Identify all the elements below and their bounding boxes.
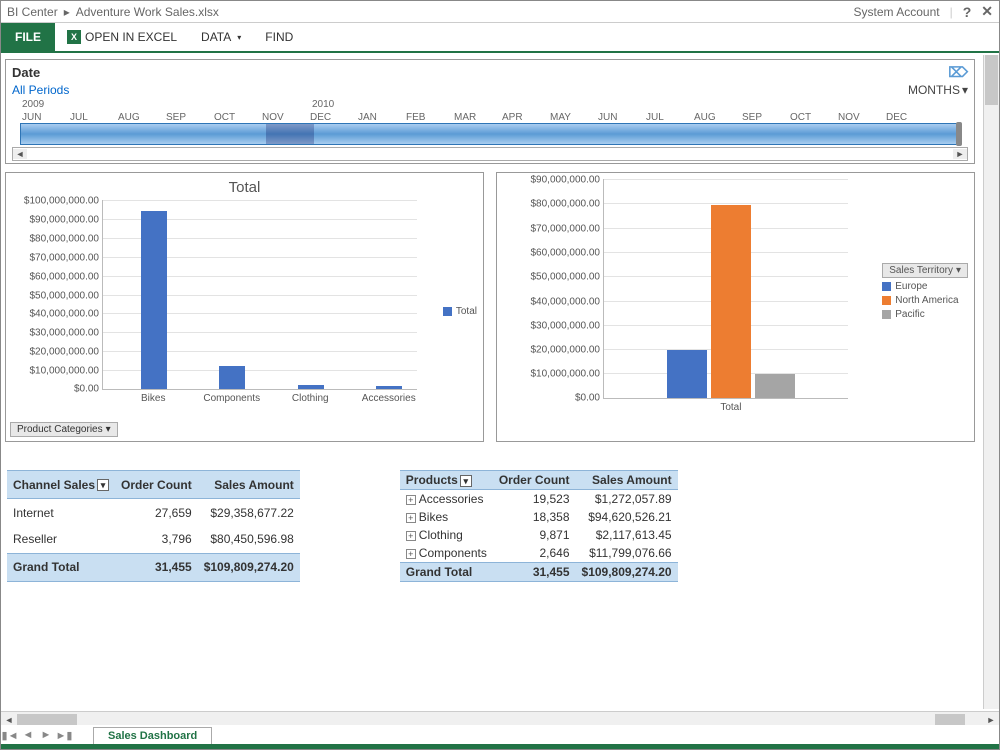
chart2-plot: $90,000,000.00 $80,000,000.00 $70,000,00… bbox=[603, 179, 848, 399]
chart-total-by-category[interactable]: Total $100,000,000.00 $90,000,000.00 $80… bbox=[5, 172, 484, 442]
table-row: Reseller3,796$80,450,596.98 bbox=[7, 526, 300, 553]
data-menu[interactable]: DATA bbox=[189, 23, 253, 51]
timeline-handle[interactable] bbox=[956, 122, 962, 146]
scroll-left-icon[interactable]: ◄ bbox=[1, 715, 17, 725]
excel-icon: X bbox=[67, 30, 81, 44]
chart-total-by-territory[interactable]: $90,000,000.00 $80,000,000.00 $70,000,00… bbox=[496, 172, 975, 442]
table-row: +Bikes18,358$94,620,526.21 bbox=[400, 508, 678, 526]
sales-territory-filter[interactable]: Sales Territory ▾ bbox=[882, 263, 968, 278]
sheet-tab-bar: ▮◄ ◄ ► ►▮ Sales Dashboard bbox=[1, 725, 999, 745]
expand-icon[interactable]: + bbox=[406, 531, 416, 541]
status-bar bbox=[1, 744, 999, 749]
table-row: Internet27,659$29,358,677.22 bbox=[7, 499, 300, 526]
ribbon: FILE X OPEN IN EXCEL DATA FIND bbox=[1, 23, 999, 53]
xcat: Accessories bbox=[349, 393, 429, 404]
table-row: +Accessories19,523$1,272,057.89 bbox=[400, 490, 678, 509]
timeline-title: Date bbox=[12, 65, 40, 80]
help-icon[interactable]: ? bbox=[963, 4, 972, 20]
col-sales-amount: Sales Amount bbox=[198, 471, 300, 499]
timeline-level-selector[interactable]: MONTHS ▾ bbox=[908, 83, 968, 97]
account-label[interactable]: System Account bbox=[854, 5, 940, 19]
sheet-nav-first-icon[interactable]: ▮◄ bbox=[1, 729, 19, 742]
file-tab[interactable]: FILE bbox=[1, 23, 55, 51]
scroll-right-icon[interactable]: ► bbox=[953, 149, 967, 159]
timeline-month-row: JUNJULAUGSEPOCTNOVDECJANFEBMARAPRMAYJUNJ… bbox=[12, 110, 968, 123]
col-sales-amount: Sales Amount bbox=[576, 471, 678, 490]
chart1-plot: $100,000,000.00 $90,000,000.00 $80,000,0… bbox=[102, 200, 417, 390]
chart2-legend: Sales Territory ▾ Europe North America P… bbox=[882, 263, 968, 323]
col-products[interactable]: Products▾ bbox=[400, 471, 493, 490]
bar-pacific bbox=[755, 374, 795, 398]
table-row: +Clothing9,871$2,117,613.45 bbox=[400, 526, 678, 544]
xcat: Clothing bbox=[270, 393, 350, 404]
worksheet-area: Date ⌦ All Periods MONTHS ▾ 20092010 JUN… bbox=[1, 55, 983, 709]
breadcrumb-file[interactable]: Adventure Work Sales.xlsx bbox=[76, 5, 219, 19]
chart1-title: Total bbox=[12, 179, 477, 196]
breadcrumb-root[interactable]: BI Center bbox=[7, 5, 58, 19]
breadcrumb-bar: BI Center ▸ Adventure Work Sales.xlsx Sy… bbox=[1, 1, 999, 23]
bar-accessories bbox=[376, 386, 402, 389]
grand-total-row: Grand Total31,455$109,809,274.20 bbox=[400, 563, 678, 582]
col-channel[interactable]: Channel Sales▾ bbox=[7, 471, 115, 499]
timeline-scrollbar[interactable]: ◄ ► bbox=[12, 147, 968, 161]
timeline-year-row: 20092010 bbox=[12, 99, 968, 110]
timeline-range-bar[interactable] bbox=[20, 123, 960, 145]
bar-north-america bbox=[711, 205, 751, 398]
dropdown-icon[interactable]: ▾ bbox=[460, 475, 472, 487]
close-icon[interactable]: ✕ bbox=[981, 3, 993, 20]
table-row: +Components2,646$11,799,076.66 bbox=[400, 544, 678, 563]
sheet-nav-prev-icon[interactable]: ◄ bbox=[19, 729, 37, 741]
xcat: Bikes bbox=[113, 393, 193, 404]
col-order-count: Order Count bbox=[493, 471, 576, 490]
bar-europe bbox=[667, 350, 707, 398]
sheet-nav-last-icon[interactable]: ►▮ bbox=[55, 729, 73, 742]
clear-filter-icon[interactable]: ⌦ bbox=[948, 64, 968, 81]
expand-icon[interactable]: + bbox=[406, 513, 416, 523]
product-categories-filter[interactable]: Product Categories ▾ bbox=[10, 422, 118, 437]
expand-icon[interactable]: + bbox=[406, 495, 416, 505]
bar-bikes bbox=[141, 211, 167, 389]
sheet-tab-active[interactable]: Sales Dashboard bbox=[93, 727, 212, 744]
vertical-scrollbar[interactable] bbox=[983, 55, 999, 709]
col-order-count: Order Count bbox=[115, 471, 198, 499]
grand-total-row: Grand Total31,455$109,809,274.20 bbox=[7, 553, 300, 581]
breadcrumb-sep-icon: ▸ bbox=[64, 5, 70, 19]
open-in-excel-button[interactable]: X OPEN IN EXCEL bbox=[55, 23, 189, 51]
open-in-excel-label: OPEN IN EXCEL bbox=[85, 30, 177, 44]
bar-components bbox=[219, 366, 245, 389]
timeline-period-label[interactable]: All Periods bbox=[12, 83, 69, 97]
find-button[interactable]: FIND bbox=[253, 23, 305, 51]
sheet-nav-next-icon[interactable]: ► bbox=[37, 729, 55, 741]
timeline-slicer[interactable]: Date ⌦ All Periods MONTHS ▾ 20092010 JUN… bbox=[5, 59, 975, 164]
products-pivot[interactable]: Products▾ Order Count Sales Amount +Acce… bbox=[400, 470, 678, 582]
bar-clothing bbox=[298, 385, 324, 389]
scroll-right-icon[interactable]: ► bbox=[983, 715, 999, 725]
xcat: Components bbox=[192, 393, 272, 404]
channel-sales-pivot[interactable]: Channel Sales▾ Order Count Sales Amount … bbox=[7, 470, 300, 582]
scroll-left-icon[interactable]: ◄ bbox=[13, 149, 27, 159]
dropdown-icon[interactable]: ▾ bbox=[97, 479, 109, 491]
timeline-selection[interactable] bbox=[266, 124, 314, 144]
xcat: Total bbox=[691, 402, 771, 413]
chart1-legend: Total bbox=[443, 303, 477, 320]
expand-icon[interactable]: + bbox=[406, 549, 416, 559]
